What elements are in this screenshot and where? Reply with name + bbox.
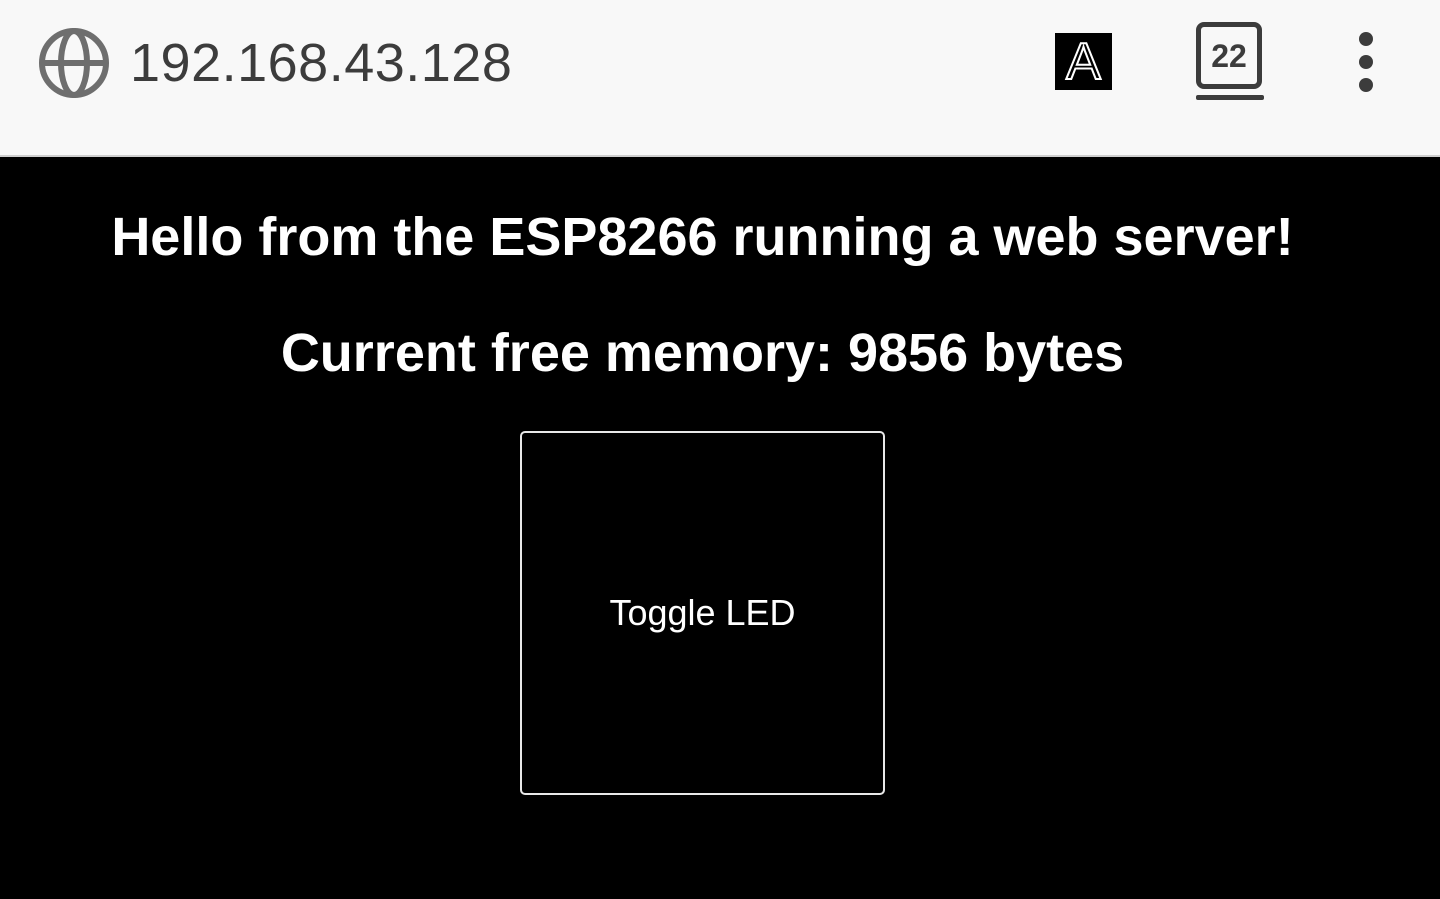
greeting-heading: Hello from the ESP8266 running a web ser…	[111, 207, 1294, 267]
toggle-led-button[interactable]: Toggle LED	[520, 431, 885, 795]
menu-dot	[1359, 32, 1373, 46]
menu-dot	[1359, 55, 1373, 69]
url-bar[interactable]: 192.168.43.128	[130, 30, 512, 96]
tab-count: 22	[1211, 37, 1247, 74]
more-vert-icon[interactable]	[1350, 32, 1384, 92]
globe-icon[interactable]	[38, 27, 110, 99]
tabs-icon: 22	[1196, 22, 1262, 89]
menu-dot	[1359, 78, 1373, 92]
translate-icon: A	[1065, 32, 1102, 91]
page-content: Hello from the ESP8266 running a web ser…	[0, 159, 1440, 899]
tabs-button[interactable]: 22	[1194, 22, 1264, 102]
tabs-underline	[1196, 95, 1264, 100]
browser-toolbar: 192.168.43.128 A 22	[0, 0, 1440, 157]
memory-heading: Current free memory: 9856 bytes	[280, 323, 1125, 383]
translate-button[interactable]: A	[1055, 33, 1112, 90]
